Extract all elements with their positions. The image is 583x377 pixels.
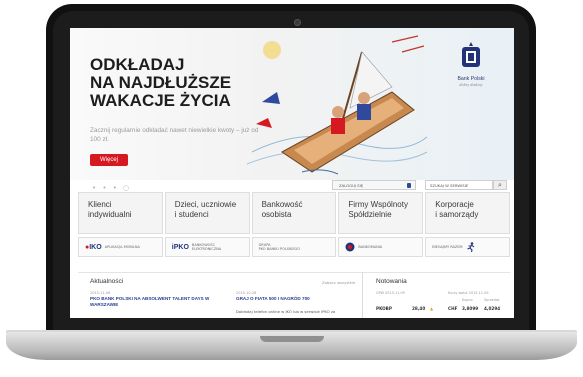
lock-icon (407, 183, 411, 188)
fx-date: Kursy walut 2015-11-09 (448, 291, 489, 295)
nav-tile-corporations[interactable]: Korporacje i samorządy (425, 192, 510, 234)
hero-headline-line: WAKACJE ŻYCIA (90, 91, 231, 110)
fx-code[interactable]: CHF (448, 306, 457, 311)
news-date: 2015-10-28 (236, 291, 257, 295)
segment-nav: Klienci indywidualni Dzieci, uczniowie i… (78, 192, 510, 234)
hero-banner[interactable]: ODKŁADAJ NA NAJDŁUŻSZE WAKACJE ŻYCIA Zac… (70, 28, 514, 180)
nav-tile-students[interactable]: Dzieci, uczniowie i studenci (164, 192, 250, 234)
news-headline-link[interactable]: PKO BANK POLSKI NA ABSOLWENT TALENT DAYS… (90, 296, 230, 308)
section-divider (78, 272, 510, 273)
bankomania-icon (345, 242, 355, 252)
runner-icon (466, 242, 474, 252)
search-input[interactable]: SZUKAJ W SERWISIE (425, 180, 493, 190)
browser-screen: ODKŁADAJ NA NAJDŁUŻSZE WAKACJE ŻYCIA Zac… (70, 28, 514, 318)
pko-shield-icon (462, 42, 480, 67)
search-button[interactable]: ⌕ (493, 180, 507, 190)
fx-sell: 4,0294 (484, 306, 501, 311)
gpw-date: GPW 2015-11-09 (376, 291, 405, 295)
sailboat-illustration (246, 35, 428, 175)
login-button[interactable]: ZALOGUJ SIĘ (332, 180, 416, 190)
see-all-news-link[interactable]: Zobacz wszystkie (322, 280, 355, 285)
service-label: GRUPA PKO BANKU POLSKIEGO (258, 243, 301, 251)
news-body: Dokładaj telefon online w IKO lub w serw… (236, 309, 336, 314)
service-label: APLIKACJA MOBILNA (104, 245, 140, 249)
news-heading: Aktualności (90, 278, 124, 285)
quotes-heading: Notowania (376, 278, 407, 285)
ipko-logo: iPKO (171, 243, 189, 251)
webcam-icon (294, 19, 301, 26)
service-label: BANKOMANIA (358, 245, 383, 249)
stock-name[interactable]: PKOBP (376, 306, 392, 311)
fx-buy: 3,8099 (462, 306, 479, 311)
column-divider (362, 272, 363, 318)
service-group[interactable]: GRUPA PKO BANKU POLSKIEGO (251, 237, 337, 257)
stock-value: 28,40 (412, 306, 426, 311)
more-button[interactable]: Więcej (90, 154, 128, 166)
trend-up-icon: ▲ (430, 306, 434, 311)
laptop-notch (260, 336, 324, 342)
pko-logo[interactable]: Bank Polski dobry dodany (446, 42, 496, 87)
news-date: 2015-11-06 (90, 291, 111, 295)
carousel-dots[interactable]: • • • ○ (92, 184, 131, 192)
buy-label: Kupno (462, 298, 473, 302)
news-headline-link[interactable]: GRAJ O FIATA 500 I NAGRÓD 700 (236, 296, 356, 302)
service-label: BIEGAJMY RAZEM (432, 245, 463, 249)
service-bankomania[interactable]: BANKOMANIA (338, 237, 424, 257)
iko-logo: ●IKO (85, 243, 102, 251)
search-placeholder: SZUKAJ W SERWISIE (430, 183, 469, 188)
hero-headline-line: NA NAJDŁUŻSZE (90, 73, 232, 92)
login-label: ZALOGUJ SIĘ (339, 183, 364, 188)
sell-label: Sprzedaż (484, 298, 500, 302)
logo-tagline: dobry dodany (459, 82, 483, 87)
service-iko[interactable]: ●IKO APLIKACJA MOBILNA (78, 237, 163, 257)
service-label: BANKOWOŚĆ ELEKTRONICZNA (191, 243, 222, 251)
service-ipko[interactable]: iPKO BANKOWOŚĆ ELEKTRONICZNA (164, 237, 250, 257)
nav-tile-individual[interactable]: Klienci indywidualni (78, 192, 163, 234)
nav-tile-companies[interactable]: Firmy Wspólnoty Spółdzielnie (338, 192, 424, 234)
hero-headline-line: ODKŁADAJ (90, 55, 185, 74)
hero-subtext: Zacznij regularnie odkładać nawet niewie… (90, 127, 259, 143)
service-run[interactable]: BIEGAJMY RAZEM (425, 237, 510, 257)
services-strip: ●IKO APLIKACJA MOBILNA iPKO BANKOWOŚĆ EL… (78, 237, 510, 257)
nav-tile-private-banking[interactable]: Bankowość osobista (251, 192, 337, 234)
search-icon: ⌕ (498, 181, 502, 189)
